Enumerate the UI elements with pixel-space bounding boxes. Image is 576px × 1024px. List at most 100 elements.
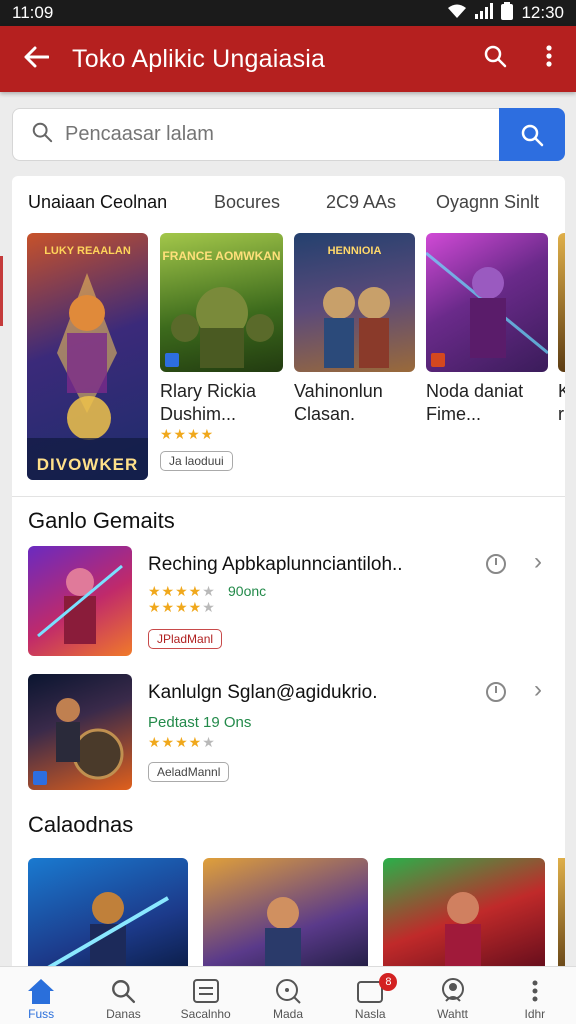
nav-inbox[interactable]: 8 Nasla [329,967,411,1024]
signal-icon [475,2,494,24]
featured-image: HENNIOIA [294,233,415,372]
featured-name-line2: Fime... [426,404,482,424]
back-button[interactable] [0,42,72,76]
nav-list[interactable]: Sacalnho [165,967,247,1024]
featured-item-2[interactable]: HENNIOIA Vahinonlun Clasan. [294,233,418,426]
carousel-item[interactable] [558,858,565,976]
nav-label: Fuss [28,1007,55,1021]
search-input[interactable] [65,123,465,146]
search-box [12,108,499,161]
nav-account[interactable]: Wahtt [411,967,493,1024]
carousel-item[interactable] [203,858,368,976]
nav-label: Idhr [524,1007,546,1021]
account-icon [438,975,468,1007]
carousel-item[interactable] [28,858,188,976]
featured-banner: DIVOWKER [36,455,139,474]
rating-stars: ★★★★ [160,426,215,442]
list-thumb [28,674,132,790]
featured-tag: Ja laoduui [160,451,233,471]
carousel-item[interactable] [383,858,545,976]
list-title: Reching Apbkaplunnciantiloh.. [148,554,403,575]
list-item[interactable]: Kanlulgn Sglan@agidukrio. Pedtast 19 Ons… [28,674,558,792]
rating-stars: ★★★★★ [148,734,216,750]
search-icon [521,124,544,146]
nav-search[interactable]: Danas [82,967,164,1024]
arrow-left-icon [24,46,50,68]
battery-icon [501,1,514,25]
search-submit-button[interactable] [499,108,565,161]
publisher-badge-icon [431,353,445,367]
featured-image: LUKY REAALAN DIVOWKER [27,233,148,480]
status-bar: 11:09 12:30 [0,0,576,26]
featured-item-0[interactable]: LUKY REAALAN DIVOWKER [27,233,148,480]
featured-item-1[interactable]: FRANCE AOMWKAN Rlary Rickia Dushim... ★★… [160,233,284,471]
featured-image: FRANCE AOMWKAN [160,233,283,372]
featured-banner-top: LUKY REAALAN [44,245,131,257]
nav-label: Danas [106,1007,141,1021]
chevron-right-icon[interactable]: › [534,548,542,576]
publisher-badge-icon [33,771,47,785]
more-vert-icon [546,44,552,67]
nav-home[interactable]: Fuss [0,967,82,1024]
featured-name-line2: Clasan. [294,404,356,424]
nav-magnify[interactable]: Mada [247,967,329,1024]
search-field-icon [31,121,53,149]
featured-name-line1: K [558,381,565,401]
bottom-navigation: Fuss Danas Sacalnho Mada 8 Nasla Wahtt I… [0,966,576,1024]
notification-badge: 8 [379,973,398,991]
section-title: Ganlo Gemaits [28,508,175,533]
list-tag: JPladManl [148,629,223,649]
search-bar [12,108,565,161]
featured-name-line2: r [558,404,564,424]
tab-0[interactable]: Unaiaan Ceolnan [28,192,214,213]
publisher-badge-icon [165,353,179,367]
status-time: 11:09 [12,3,54,22]
category-tabs: Unaiaan Ceolnan Bocures 2C9 AAs Oyagnn S… [12,176,565,228]
section-title: Calaodnas [28,812,134,837]
tab-2[interactable]: 2C9 AAs [326,192,436,213]
featured-image [426,233,548,372]
status-right-time: 12:30 [521,3,564,22]
tab-3[interactable]: Oyagnn Sinlt [436,192,556,213]
list-item[interactable]: Reching Apbkaplunnciantiloh.. ★★★★★ 90on… [28,546,558,658]
list-subtitle: Pedtast 19 Ons [148,714,252,731]
list-icon [192,975,220,1007]
list-tag: AeladMannl [148,762,230,782]
page-title: Toko Aplikic Ungaiasia [72,44,326,73]
rating-stars: ★★★★★ [148,583,216,599]
nav-label: Sacalnho [180,1007,231,1021]
search-icon [484,45,507,67]
nav-label: Wahtt [437,1007,468,1021]
featured-image [558,233,565,372]
featured-name-line1: Rlary Rickia [160,381,257,401]
list-title: Kanlulgn Sglan@agidukrio. [148,682,378,703]
clock-icon [486,554,506,574]
chevron-right-icon[interactable]: › [534,676,542,704]
rating-stars: ★★★★★ [148,599,216,615]
featured-name-line1: Vahinonlun [294,381,383,401]
nav-more[interactable]: Idhr [494,967,576,1024]
featured-name-line2: Dushim... [160,404,237,424]
clock-icon [486,682,506,702]
divider [12,496,565,497]
featured-banner-top: HENNIOIA [327,245,382,257]
wifi-icon [447,3,467,24]
magnify-icon [274,975,302,1007]
app-bar: Toko Aplikic Ungaiasia [0,26,576,92]
nav-label: Mada [272,1007,303,1021]
more-icon [531,975,539,1007]
featured-name-line1: Noda daniat [426,381,524,401]
edge-indicator [0,256,3,326]
list-subtitle: 90onc [228,583,267,599]
home-icon [26,975,56,1007]
list-thumb [28,546,132,656]
search-icon [110,975,136,1007]
overflow-menu-button[interactable] [522,44,576,75]
content-card: Unaiaan Ceolnan Bocures 2C9 AAs Oyagnn S… [12,176,565,976]
featured-item-4[interactable]: K r [558,233,565,426]
appbar-search-button[interactable] [468,44,522,75]
tab-1[interactable]: Bocures [214,192,326,213]
nav-label: Nasla [354,1007,386,1021]
featured-banner-top: FRANCE AOMWKAN [162,249,281,263]
featured-item-3[interactable]: Noda daniat Fime... [426,233,550,426]
